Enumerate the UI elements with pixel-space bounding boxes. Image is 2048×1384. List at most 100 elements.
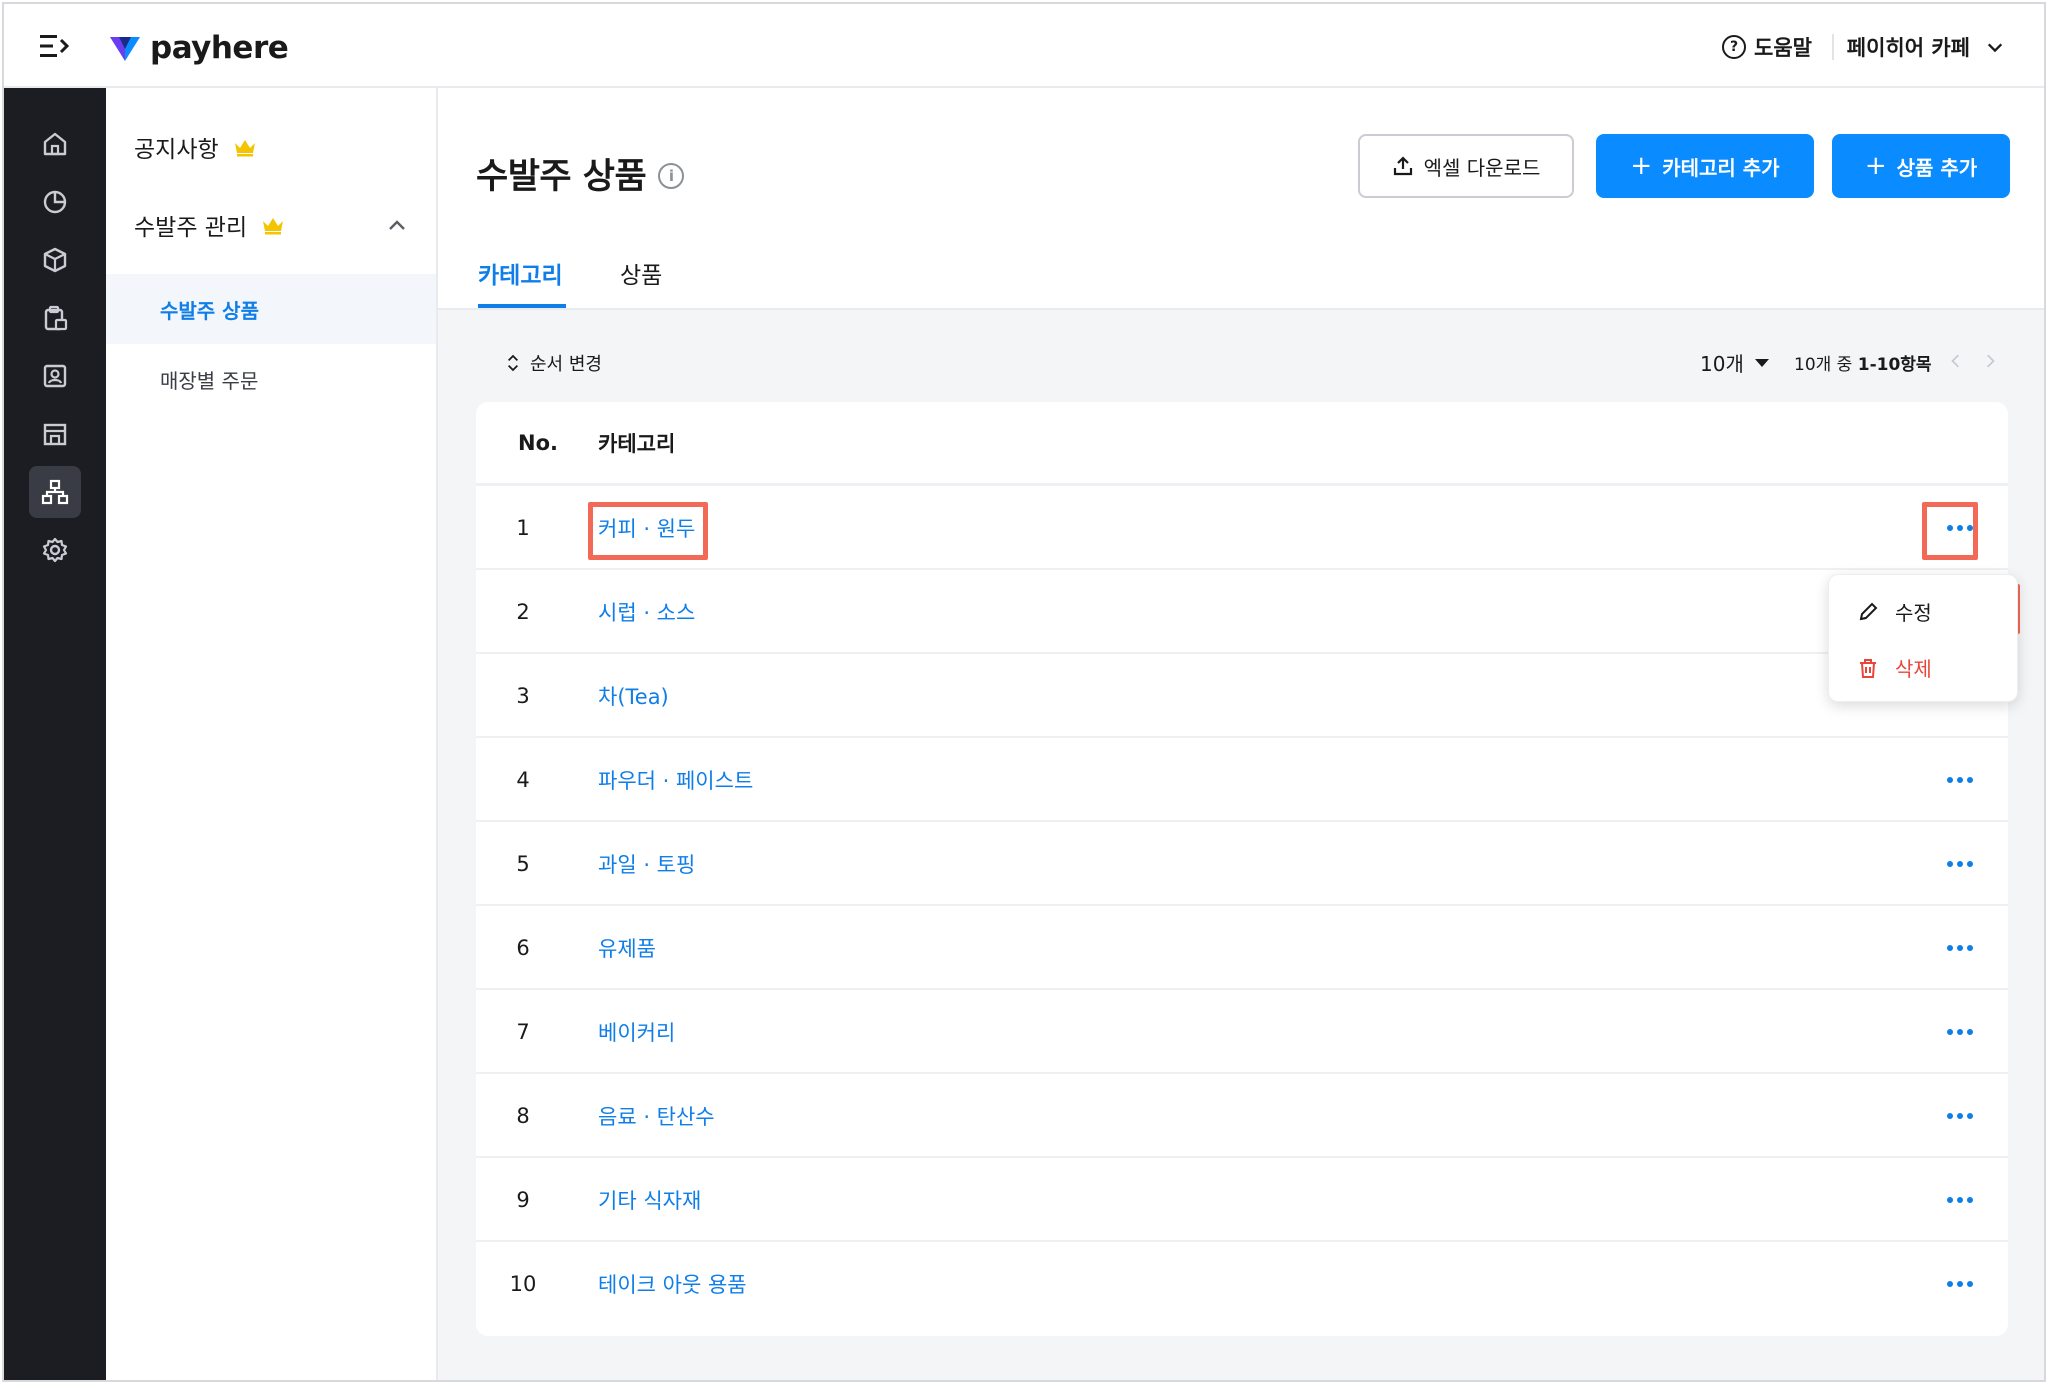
category-link[interactable]: 유제품 xyxy=(598,906,656,990)
upload-icon xyxy=(1393,156,1412,176)
more-icon xyxy=(1947,1113,1973,1119)
sidebar-item-notice[interactable]: 공지사항 xyxy=(134,130,257,164)
sidebar-item-store-orders[interactable]: 매장별 주문 xyxy=(106,344,436,414)
category-link[interactable]: 음료 · 탄산수 xyxy=(598,1074,715,1158)
more-options-button[interactable] xyxy=(1940,844,1980,884)
more-icon xyxy=(1947,945,1973,951)
org-chart-icon[interactable] xyxy=(29,466,81,518)
more-options-button[interactable] xyxy=(1940,760,1980,800)
category-link[interactable]: 커피 · 원두 xyxy=(598,486,695,570)
table-row: 2 시럽 · 소스 xyxy=(476,570,2008,654)
logo-mark-icon xyxy=(110,37,140,61)
table-row: 7 베이커리 xyxy=(476,990,2008,1074)
sidebar-item-order-products[interactable]: 수발주 상품 xyxy=(106,274,436,344)
trash-icon xyxy=(1860,658,1876,678)
page-size-value: 10개 xyxy=(1700,352,1744,376)
gear-icon[interactable] xyxy=(29,524,81,576)
row-number: 6 xyxy=(516,936,530,960)
crown-icon xyxy=(234,140,255,157)
help-button[interactable]: ? 도움말 xyxy=(1722,32,1812,62)
excel-download-label: 엑셀 다운로드 xyxy=(1423,155,1541,180)
table-row: 5 과일 · 토핑 xyxy=(476,822,2008,906)
active-tab-indicator xyxy=(478,304,566,308)
more-options-button[interactable] xyxy=(1940,1180,1980,1220)
excel-download-button[interactable]: 엑셀 다운로드 xyxy=(1358,134,1574,198)
table-header: No. 카테고리 xyxy=(476,402,2008,486)
add-category-label: 카테고리 추가 xyxy=(1662,155,1780,180)
category-table: No. 카테고리 1 커피 · 원두 2 시럽 · 소스 3 차(Tea) 4 … xyxy=(476,402,2008,1336)
more-options-button[interactable] xyxy=(1940,1096,1980,1136)
crown-icon xyxy=(263,218,284,235)
more-icon xyxy=(1947,1029,1973,1035)
row-number: 7 xyxy=(516,1020,530,1044)
sidebar-item-label: 수발주 상품 xyxy=(160,298,259,323)
chevron-down-icon xyxy=(1987,43,2003,53)
table-row: 3 차(Tea) xyxy=(476,654,2008,738)
category-link[interactable]: 테이크 아웃 용품 xyxy=(598,1242,747,1326)
more-options-button[interactable] xyxy=(1940,1264,1980,1304)
box-icon[interactable] xyxy=(29,234,81,286)
column-header-no: No. xyxy=(518,430,558,455)
more-options-button[interactable] xyxy=(1940,1012,1980,1052)
category-link[interactable]: 시럽 · 소스 xyxy=(598,570,695,654)
top-bar: payhere ? 도움말 페이히어 카페 xyxy=(4,4,2044,88)
next-page-icon[interactable] xyxy=(1986,350,1996,374)
main-content: 수발주 상품 i 엑셀 다운로드 + 카테고리 추가 + 상품 추가 카테고리 … xyxy=(438,88,2044,1380)
add-category-button[interactable]: + 카테고리 추가 xyxy=(1596,134,1814,198)
category-link[interactable]: 차(Tea) xyxy=(598,654,669,738)
menu-item-label: 수정 xyxy=(1895,601,1932,625)
category-link[interactable]: 베이커리 xyxy=(598,990,675,1074)
store-icon[interactable] xyxy=(29,408,81,460)
help-label: 도움말 xyxy=(1754,36,1812,60)
chevron-up-icon[interactable] xyxy=(386,214,408,236)
more-options-button[interactable] xyxy=(1940,928,1980,968)
table-row: 4 파우더 · 페이스트 xyxy=(476,738,2008,822)
tab-category[interactable]: 카테고리 xyxy=(478,256,563,290)
reorder-button[interactable]: 순서 변경 xyxy=(506,350,602,376)
home-icon[interactable] xyxy=(29,118,81,170)
store-name: 페이히어 카페 xyxy=(1846,36,1970,60)
menu-item-label: 삭제 xyxy=(1895,657,1932,681)
page-size-select[interactable]: 10개 xyxy=(1700,348,1770,377)
logo-text: payhere xyxy=(150,30,289,66)
more-icon xyxy=(1947,777,1973,783)
table-row: 10 테이크 아웃 용품 xyxy=(476,1242,2008,1326)
row-number: 5 xyxy=(516,852,530,876)
table-row: 9 기타 식자재 xyxy=(476,1158,2008,1242)
page-title: 수발주 상품 i xyxy=(476,148,685,199)
tab-product[interactable]: 상품 xyxy=(620,256,662,290)
pencil-icon xyxy=(1859,602,1878,620)
row-number: 3 xyxy=(516,684,530,708)
help-icon: ? xyxy=(1722,35,1747,59)
more-options-button[interactable] xyxy=(1940,508,1980,548)
add-product-button[interactable]: + 상품 추가 xyxy=(1832,134,2010,198)
row-number: 9 xyxy=(516,1188,530,1212)
menu-toggle-icon[interactable] xyxy=(40,32,70,60)
page-range: 10개 중 1-10항목 xyxy=(1794,350,1932,375)
sidebar-item-label: 공지사항 xyxy=(134,137,219,163)
chart-pie-icon[interactable] xyxy=(29,176,81,228)
logo[interactable]: payhere xyxy=(110,28,289,68)
sort-icon xyxy=(508,354,518,372)
row-number: 4 xyxy=(516,768,530,792)
category-link[interactable]: 기타 식자재 xyxy=(598,1158,701,1242)
add-product-label: 상품 추가 xyxy=(1896,155,1978,180)
caret-down-icon xyxy=(1754,358,1769,367)
reorder-label: 순서 변경 xyxy=(530,354,602,375)
table-row: 6 유제품 xyxy=(476,906,2008,990)
topbar-divider xyxy=(1832,34,1834,60)
prev-page-icon[interactable] xyxy=(1950,350,1960,374)
menu-item-edit[interactable]: 수정 xyxy=(1857,597,1932,626)
more-icon xyxy=(1947,525,1973,531)
info-icon[interactable]: i xyxy=(658,162,685,189)
contact-icon[interactable] xyxy=(29,350,81,402)
category-link[interactable]: 과일 · 토핑 xyxy=(598,822,695,906)
category-link[interactable]: 파우더 · 페이스트 xyxy=(598,738,753,822)
sidebar-item-order-management[interactable]: 수발주 관리 xyxy=(134,208,285,242)
table-row: 1 커피 · 원두 xyxy=(476,486,2008,570)
clipboard-icon[interactable] xyxy=(29,292,81,344)
sidebar-item-label: 매장별 주문 xyxy=(160,368,259,393)
app-window: payhere ? 도움말 페이히어 카페 공지사항 수발주 관리 수발주 상품… xyxy=(2,2,2046,1382)
store-selector[interactable]: 페이히어 카페 xyxy=(1847,32,2004,62)
menu-item-delete[interactable]: 삭제 xyxy=(1857,653,1932,682)
